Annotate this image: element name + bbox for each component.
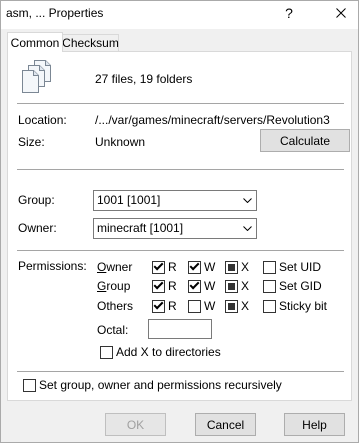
size-value: Unknown: [95, 135, 146, 149]
permission-row-owner-label: Owner: [97, 260, 133, 274]
checkbox-label: Set group, owner and permissions recursi…: [39, 378, 282, 392]
checkbox-label: Set UID: [279, 260, 322, 274]
permissions-label: Permissions:: [18, 259, 87, 273]
tab-checksum-label: Checksum: [62, 36, 119, 50]
properties-dialog: asm, ... Properties ? Common Checksum 27…: [0, 0, 359, 443]
tab-common-label: Common: [10, 35, 60, 50]
checkbox-label: X: [241, 279, 250, 293]
others-write-checkbox[interactable]: W: [188, 299, 215, 313]
owner-read-checkbox[interactable]: R: [152, 260, 177, 274]
checkbox-box: [152, 260, 165, 274]
ok-button-label: OK: [126, 417, 145, 432]
set-uid-checkbox[interactable]: Set UID: [263, 260, 321, 274]
owner-execute-checkbox[interactable]: X: [225, 260, 249, 274]
others-read-checkbox[interactable]: R: [152, 299, 177, 313]
checkbox-box: [225, 279, 238, 293]
separator: [17, 371, 344, 372]
calculate-button[interactable]: Calculate: [260, 129, 350, 152]
checkbox-box: [225, 299, 238, 313]
add-x-to-directories-checkbox[interactable]: Add X to directories: [100, 345, 221, 359]
permission-row-group-label: Group: [97, 279, 131, 293]
owner-label: Owner:: [18, 221, 57, 235]
checkbox-box: [152, 299, 165, 313]
owner-value: minecraft [1001]: [97, 221, 184, 235]
octal-input[interactable]: [148, 319, 212, 339]
group-label: Group:: [18, 193, 55, 207]
group-combobox[interactable]: 1001 [1001]: [93, 190, 257, 211]
close-button[interactable]: [323, 0, 359, 26]
checkbox-label: Sticky bit: [279, 299, 328, 313]
permission-row-others-label: Others: [97, 299, 134, 313]
checkbox-label: R: [168, 279, 177, 293]
checkbox-label: X: [241, 260, 250, 274]
checkbox-box: [100, 345, 113, 359]
calculate-button-label: Calculate: [279, 133, 331, 148]
checkbox-label: X: [241, 299, 250, 313]
checkbox-box: [263, 260, 276, 274]
chevron-down-icon: [243, 226, 252, 231]
checkbox-box: [23, 378, 36, 392]
cancel-button[interactable]: Cancel: [195, 413, 256, 436]
separator: [17, 250, 344, 251]
checkbox-box: [188, 260, 201, 274]
location-label: Location:: [18, 113, 67, 127]
checkbox-label: R: [168, 299, 177, 313]
cancel-button-label: Cancel: [206, 417, 245, 432]
owner-combobox[interactable]: minecraft [1001]: [93, 218, 257, 239]
others-execute-checkbox[interactable]: X: [225, 299, 249, 313]
ok-button[interactable]: OK: [105, 413, 166, 436]
checkbox-label: R: [168, 260, 177, 274]
size-label: Size:: [18, 135, 45, 149]
group-execute-checkbox[interactable]: X: [225, 279, 249, 293]
checkbox-label: Set GID: [279, 279, 322, 293]
checkbox-box: [263, 279, 276, 293]
octal-label: Octal:: [97, 323, 129, 337]
group-value: 1001 [1001]: [97, 193, 161, 207]
set-gid-checkbox[interactable]: Set GID: [263, 279, 322, 293]
sticky-bit-checkbox[interactable]: Sticky bit: [263, 299, 327, 313]
separator: [17, 103, 344, 104]
help-glyph: ?: [285, 5, 293, 21]
set-recursively-checkbox[interactable]: Set group, owner and permissions recursi…: [23, 378, 282, 392]
checkbox-box: [263, 299, 276, 313]
multiple-files-icon: [22, 60, 51, 93]
checkbox-label: W: [204, 299, 216, 313]
owner-write-checkbox[interactable]: W: [188, 260, 215, 274]
checkbox-label: W: [204, 260, 216, 274]
checkbox-box: [225, 260, 238, 274]
checkbox-label: Add X to directories: [116, 345, 221, 359]
help-button-label: Help: [302, 417, 327, 432]
chevron-down-icon: [243, 198, 252, 203]
location-value: /.../var/games/minecraft/servers/Revolut…: [95, 113, 330, 127]
tab-common[interactable]: Common: [7, 32, 63, 52]
group-read-checkbox[interactable]: R: [152, 279, 177, 293]
close-icon: [336, 8, 346, 18]
checkbox-box: [188, 299, 201, 313]
tab-checksum[interactable]: Checksum: [62, 34, 119, 51]
checkbox-label: W: [204, 279, 216, 293]
checkbox-box: [152, 279, 165, 293]
selection-summary: 27 files, 19 folders: [95, 72, 193, 86]
window-title: asm, ... Properties: [6, 6, 104, 20]
group-write-checkbox[interactable]: W: [188, 279, 215, 293]
help-button[interactable]: Help: [284, 413, 345, 436]
separator: [17, 169, 344, 170]
help-title-button[interactable]: ?: [274, 0, 304, 26]
checkbox-box: [188, 279, 201, 293]
